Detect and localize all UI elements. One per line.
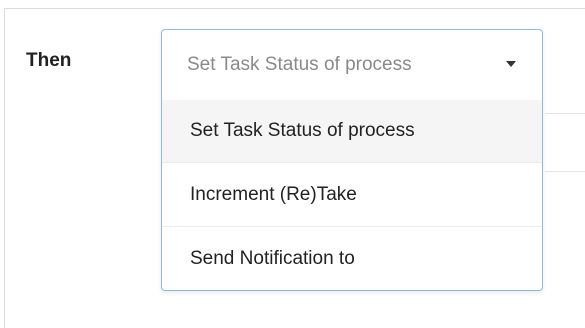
action-options-menu: Set Task Status of process Increment (Re… [162,100,542,290]
row-divider [545,171,585,172]
option-set-task-status[interactable]: Set Task Status of process [162,100,542,162]
caret-down-icon [506,61,516,67]
row-divider [545,113,585,114]
action-select-toggle[interactable]: Set Task Status of process [162,30,542,100]
action-dropdown[interactable]: Set Task Status of process Set Task Stat… [161,29,543,291]
then-label: Then [26,50,72,71]
option-send-notification[interactable]: Send Notification to [162,226,542,290]
option-increment-retake[interactable]: Increment (Re)Take [162,162,542,226]
action-select-value: Set Task Status of process [187,54,412,75]
